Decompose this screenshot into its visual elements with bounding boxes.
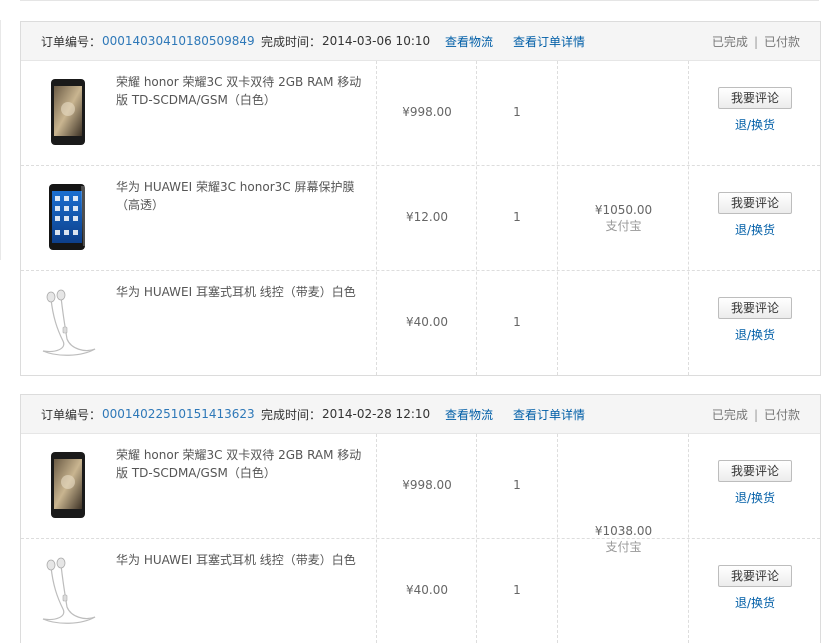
- order-item-row: 华为 HUAWEI 耳塞式耳机 线控（带麦）白色 ¥40.00 1 我要评论 退…: [21, 271, 820, 375]
- item-price: ¥40.00: [406, 583, 448, 597]
- left-edge: [0, 20, 1, 260]
- order-number[interactable]: 00014022510151413623: [102, 407, 255, 421]
- item-price: ¥998.00: [402, 478, 452, 492]
- product-name[interactable]: 荣耀 honor 荣耀3C 双卡双待 2GB RAM 移动版 TD-SCDMA/…: [116, 446, 366, 482]
- view-order-details-link[interactable]: 查看订单详情: [513, 33, 585, 50]
- completion-time-label: 完成时间：: [261, 407, 322, 422]
- item-quantity: 1: [513, 210, 521, 224]
- top-divider: [20, 0, 819, 1]
- order-number[interactable]: 00014030410180509849: [102, 34, 255, 48]
- order-item-row: 华为 HUAWEI 荣耀3C honor3C 屏幕保护膜（高透） ¥12.00 …: [21, 166, 820, 271]
- review-button[interactable]: 我要评论: [718, 297, 792, 319]
- item-price: ¥998.00: [402, 105, 452, 119]
- item-price: ¥12.00: [406, 210, 448, 224]
- earphones-icon[interactable]: [37, 555, 99, 627]
- return-exchange-link[interactable]: 退/换货: [718, 221, 792, 238]
- product-name[interactable]: 荣耀 honor 荣耀3C 双卡双待 2GB RAM 移动版 TD-SCDMA/…: [116, 73, 366, 109]
- product-name[interactable]: 华为 HUAWEI 荣耀3C honor3C 屏幕保护膜（高透）: [116, 178, 366, 214]
- completion-time: 2014-02-28 12:10: [322, 407, 431, 421]
- order-number-label: 订单编号：: [41, 34, 102, 49]
- status-paid: 已付款: [763, 407, 800, 422]
- item-quantity: 1: [513, 583, 521, 597]
- status-separator: |: [753, 34, 758, 49]
- phone-black-icon[interactable]: [37, 450, 99, 522]
- phone-black-icon[interactable]: [37, 77, 99, 149]
- status-paid: 已付款: [763, 34, 800, 49]
- return-exchange-link[interactable]: 退/换货: [718, 326, 792, 343]
- phone-blue-screen-icon[interactable]: [37, 182, 99, 254]
- review-button[interactable]: 我要评论: [718, 192, 792, 214]
- view-order-details-link[interactable]: 查看订单详情: [513, 406, 585, 423]
- order-number-label: 订单编号：: [41, 407, 102, 422]
- status-completed: 已完成: [711, 407, 748, 422]
- review-button[interactable]: 我要评论: [718, 565, 792, 587]
- return-exchange-link[interactable]: 退/换货: [718, 116, 792, 133]
- order-status: 已完成 | 已付款: [712, 33, 800, 50]
- completion-time: 2014-03-06 10:10: [322, 34, 431, 48]
- return-exchange-link[interactable]: 退/换货: [718, 594, 792, 611]
- earphones-icon[interactable]: [37, 287, 99, 359]
- review-button[interactable]: 我要评论: [718, 87, 792, 109]
- review-button[interactable]: 我要评论: [718, 460, 792, 482]
- item-quantity: 1: [513, 315, 521, 329]
- product-name[interactable]: 华为 HUAWEI 耳塞式耳机 线控（带麦）白色: [116, 551, 366, 569]
- status-completed: 已完成: [711, 34, 748, 49]
- return-exchange-link[interactable]: 退/换货: [718, 489, 792, 506]
- order-card: 订单编号： 00014022510151413623 完成时间： 2014-02…: [20, 394, 821, 643]
- order-item-row: 荣耀 honor 荣耀3C 双卡双待 2GB RAM 移动版 TD-SCDMA/…: [21, 61, 820, 166]
- order-item-row: 华为 HUAWEI 耳塞式耳机 线控（带麦）白色 ¥40.00 1 我要评论 退…: [21, 539, 820, 643]
- status-separator: |: [753, 407, 758, 422]
- order-items: ¥1038.00 支付宝 荣耀 honor 荣耀3C 双卡双待 2GB RAM …: [21, 434, 820, 643]
- order-header: 订单编号： 00014030410180509849 完成时间： 2014-03…: [21, 22, 820, 61]
- item-quantity: 1: [513, 105, 521, 119]
- order-header: 订单编号： 00014022510151413623 完成时间： 2014-02…: [21, 395, 820, 434]
- item-quantity: 1: [513, 478, 521, 492]
- item-price: ¥40.00: [406, 315, 448, 329]
- order-items: ¥1050.00 支付宝 荣耀 honor 荣耀3C 双卡双待 2GB RAM …: [21, 61, 820, 375]
- order-status: 已完成 | 已付款: [712, 406, 800, 423]
- product-name[interactable]: 华为 HUAWEI 耳塞式耳机 线控（带麦）白色: [116, 283, 366, 301]
- completion-time-label: 完成时间：: [261, 34, 322, 49]
- view-logistics-link[interactable]: 查看物流: [445, 33, 493, 50]
- view-logistics-link[interactable]: 查看物流: [445, 406, 493, 423]
- order-item-row: 荣耀 honor 荣耀3C 双卡双待 2GB RAM 移动版 TD-SCDMA/…: [21, 434, 820, 539]
- order-card: 订单编号： 00014030410180509849 完成时间： 2014-03…: [20, 21, 821, 376]
